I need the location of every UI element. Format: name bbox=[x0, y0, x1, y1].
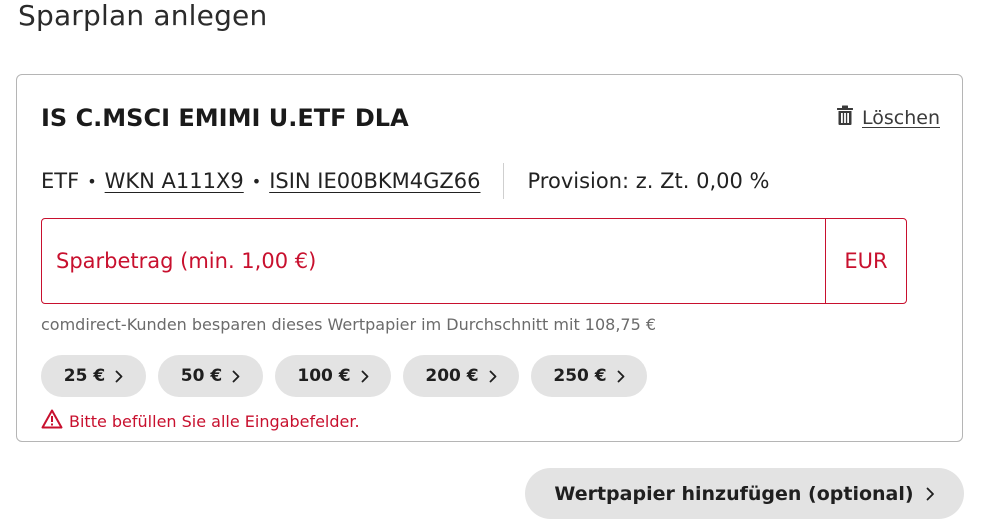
delete-button[interactable]: Löschen bbox=[836, 105, 940, 131]
currency-label: EUR bbox=[825, 219, 906, 303]
security-name: IS C.MSCI EMIMI U.ETF DLA bbox=[41, 104, 409, 132]
savings-amount-input[interactable] bbox=[42, 219, 825, 303]
chevron-right-icon bbox=[232, 370, 240, 383]
savings-plan-card: IS C.MSCI EMIMI U.ETF DLA Löschen ETF • … bbox=[16, 74, 963, 442]
add-security-label: Wertpapier hinzufügen (optional) bbox=[554, 482, 914, 505]
chip-label: 200 € bbox=[425, 366, 479, 386]
chip-label: 50 € bbox=[180, 366, 223, 386]
validation-error: Bitte befüllen Sie alle Eingabefelder. bbox=[41, 409, 360, 433]
chip-label: 25 € bbox=[63, 366, 106, 386]
savings-amount-field: EUR bbox=[41, 218, 907, 304]
page-title: Sparplan anlegen bbox=[18, 0, 268, 32]
delete-label: Löschen bbox=[862, 107, 940, 129]
chevron-right-icon bbox=[617, 370, 625, 383]
chevron-right-icon bbox=[115, 370, 123, 383]
meta-separator: • bbox=[251, 171, 262, 191]
average-amount-hint: comdirect-Kunden besparen dieses Wertpap… bbox=[41, 315, 657, 334]
quick-amount-25-button[interactable]: 25 € bbox=[41, 355, 146, 397]
commission-text: Provision: z. Zt. 0,00 % bbox=[527, 169, 770, 193]
security-type: ETF bbox=[41, 169, 80, 193]
meta-separator: • bbox=[87, 171, 97, 191]
security-meta: ETF • WKN A111X9 • ISIN IE00BKM4GZ66 Pro… bbox=[41, 163, 770, 199]
chip-label: 100 € bbox=[297, 366, 351, 386]
chip-label: 250 € bbox=[553, 366, 607, 386]
isin-link[interactable]: ISIN IE00BKM4GZ66 bbox=[269, 169, 480, 193]
quick-amount-chips: 25 € 50 € 100 € 200 € 250 € bbox=[41, 355, 647, 397]
chevron-right-icon bbox=[489, 370, 497, 383]
chevron-right-icon bbox=[926, 487, 935, 501]
meta-divider bbox=[502, 163, 504, 199]
quick-amount-200-button[interactable]: 200 € bbox=[403, 355, 519, 397]
chevron-right-icon bbox=[361, 370, 369, 383]
trash-icon bbox=[836, 105, 854, 131]
warning-triangle-icon bbox=[41, 409, 63, 433]
wkn-link[interactable]: WKN A111X9 bbox=[105, 169, 244, 193]
quick-amount-50-button[interactable]: 50 € bbox=[158, 355, 263, 397]
quick-amount-250-button[interactable]: 250 € bbox=[531, 355, 647, 397]
quick-amount-100-button[interactable]: 100 € bbox=[275, 355, 391, 397]
add-security-button[interactable]: Wertpapier hinzufügen (optional) bbox=[525, 468, 964, 519]
validation-error-text: Bitte befüllen Sie alle Eingabefelder. bbox=[69, 411, 360, 431]
